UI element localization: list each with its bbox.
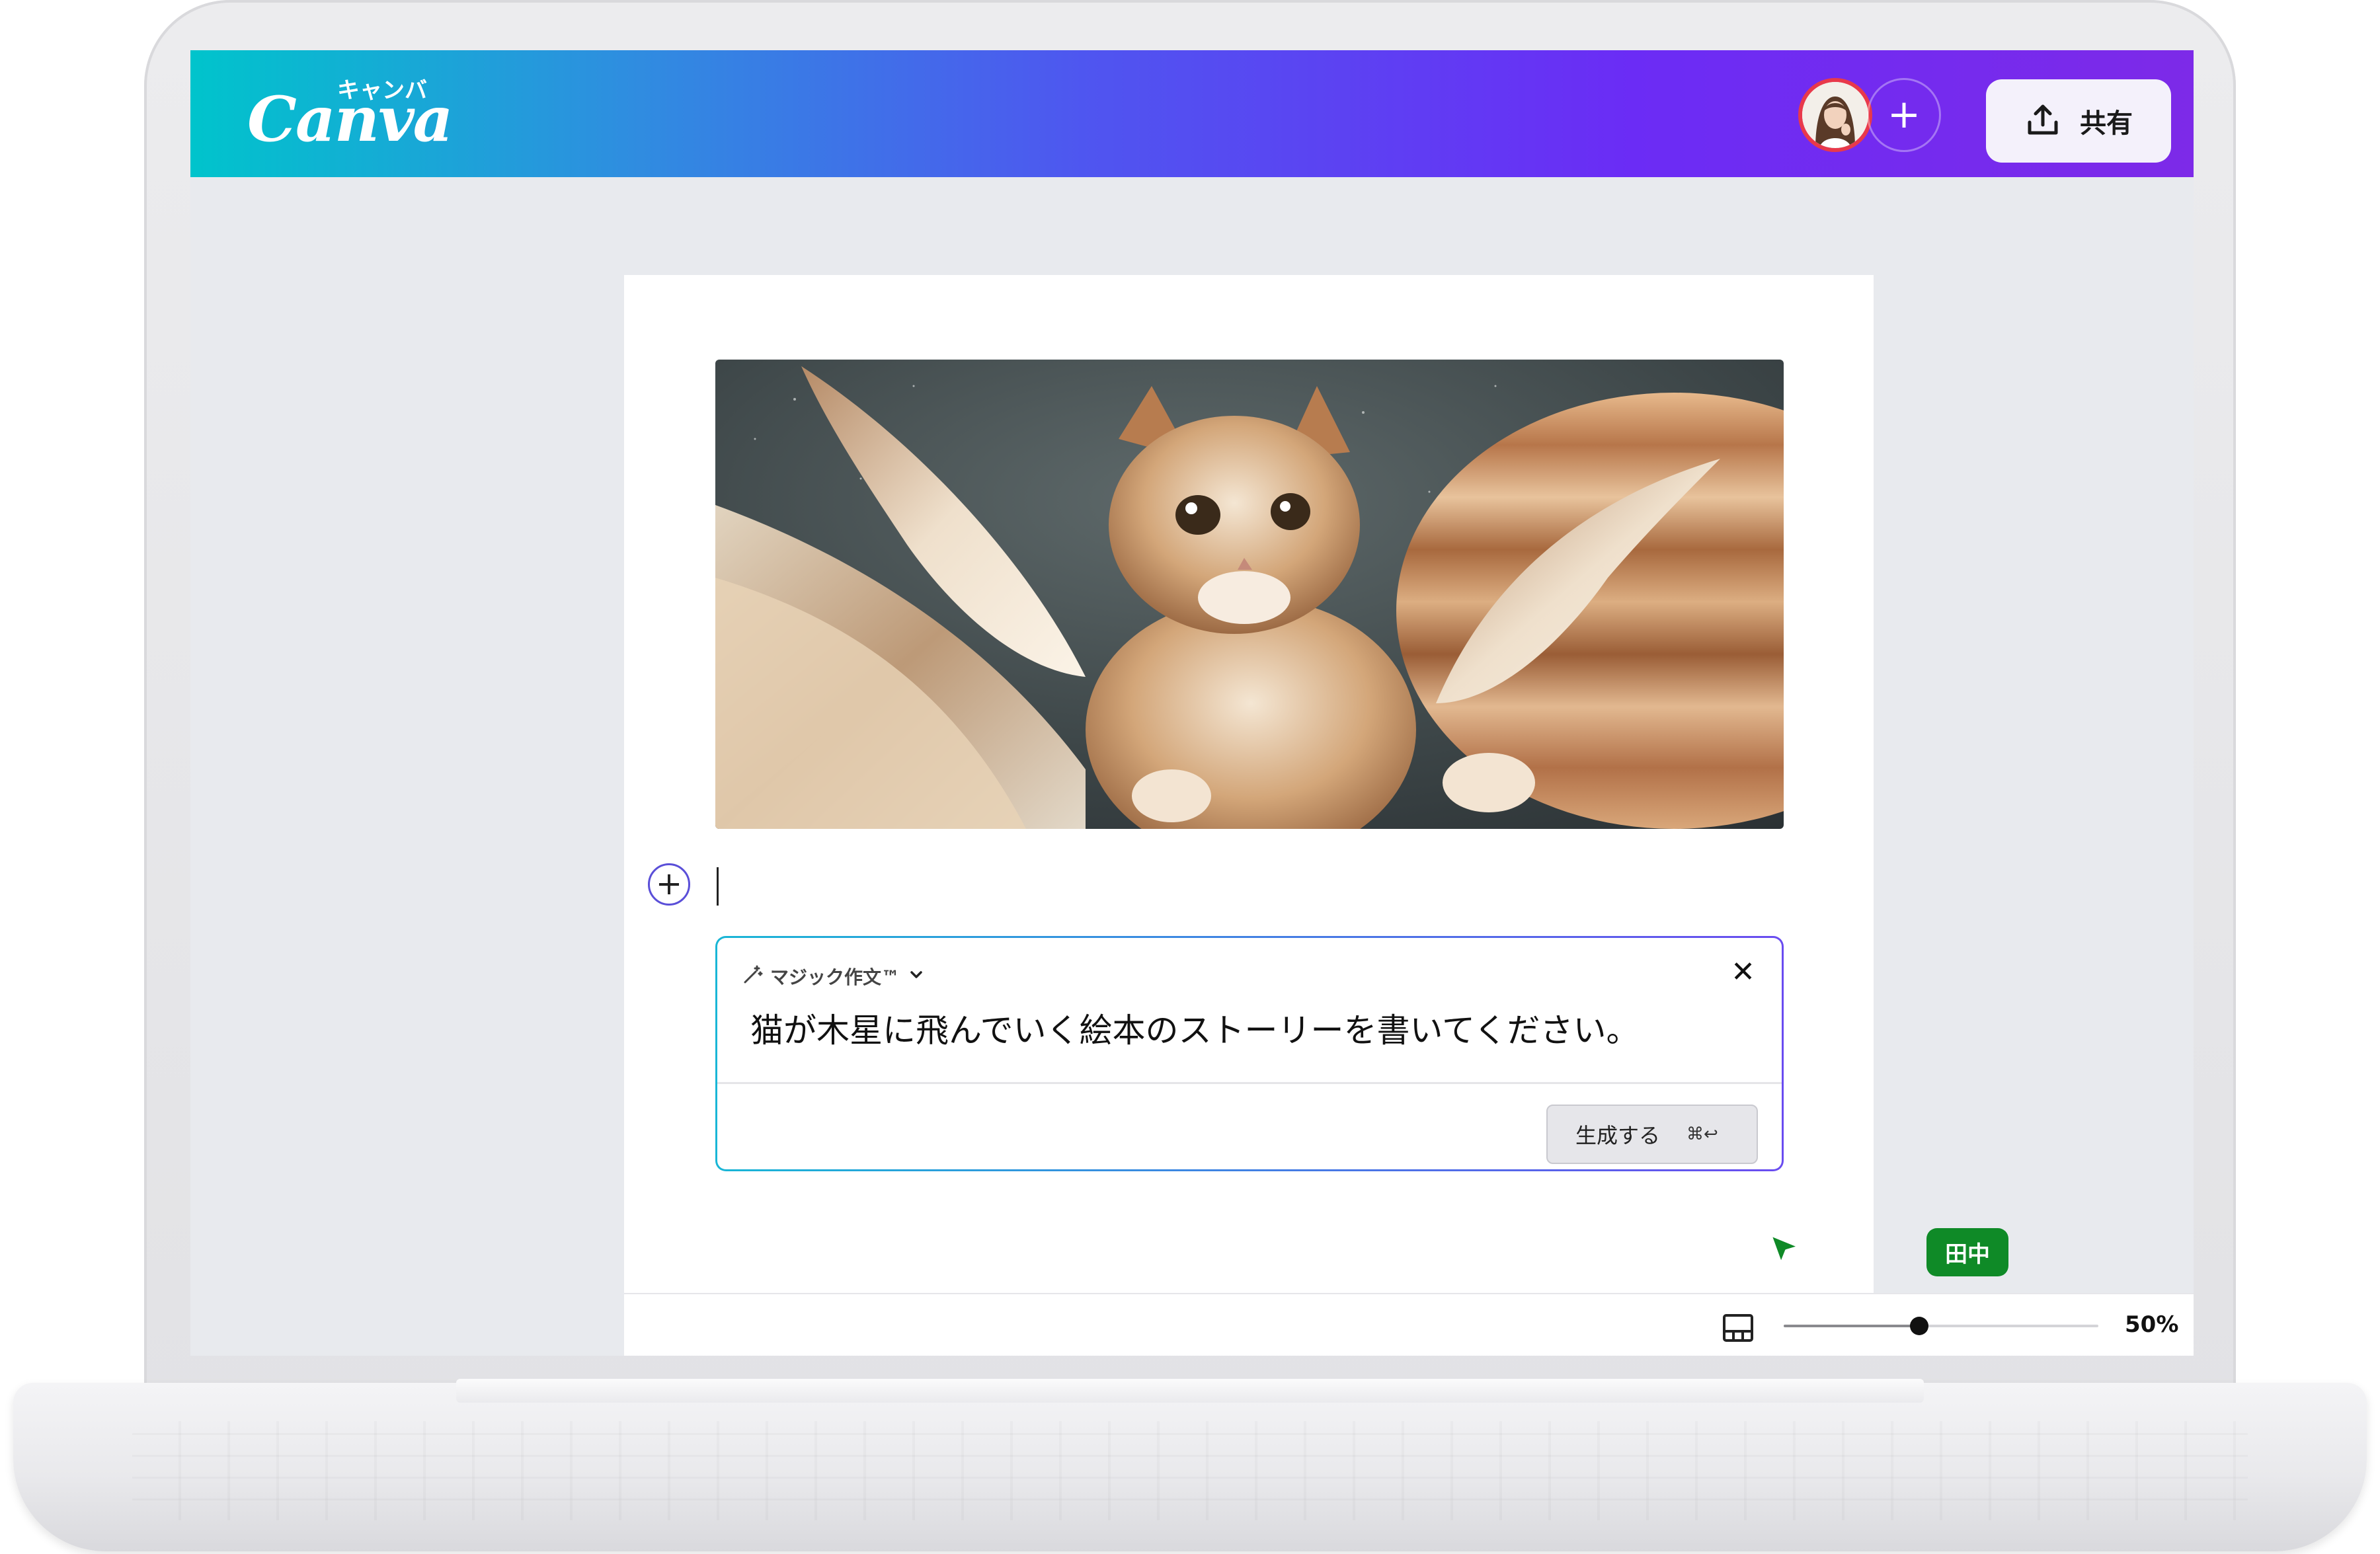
magic-write-panel: マジック作文™ ✕ 猫が木星に飛んでいく絵本のストーリーを書いてください。 生成… xyxy=(715,936,1784,1171)
panel-divider xyxy=(717,1082,1782,1084)
add-collaborator-button[interactable]: + xyxy=(1867,78,1941,152)
status-bar: 50% xyxy=(624,1293,2194,1356)
chevron-down-icon[interactable] xyxy=(906,964,926,989)
laptop-hinge xyxy=(456,1379,1924,1403)
winged-cat-image[interactable] xyxy=(715,360,1784,829)
editor-header: Canva キャンバ + 共有 xyxy=(190,50,2194,177)
share-label: 共有 xyxy=(2080,108,2133,139)
text-caret xyxy=(717,867,719,906)
magic-write-header[interactable]: マジック作文™ xyxy=(742,963,926,990)
magic-write-prompt[interactable]: 猫が木星に飛んでいく絵本のストーリーを書いてください。 xyxy=(750,1004,1640,1052)
laptop-keyboard xyxy=(132,1421,2248,1520)
share-upload-icon xyxy=(2024,101,2061,141)
collaborator-name-badge: 田中 xyxy=(1926,1228,2008,1276)
document-page: + マジック作文™ ✕ 猫が木星に飛んでいく絵本のストーリーを書いてください。 … xyxy=(624,275,1874,1356)
share-button[interactable]: 共有 xyxy=(1986,79,2171,163)
zoom-slider[interactable] xyxy=(1784,1317,2098,1335)
avatar[interactable] xyxy=(1798,78,1872,152)
generate-label: 生成する xyxy=(1575,1123,1661,1148)
canva-logo-kana: キャンバ xyxy=(337,77,427,104)
add-block-button[interactable]: + xyxy=(648,863,690,906)
magic-write-title: マジック作文™ xyxy=(770,966,900,988)
generate-shortcut: ⌘↩ xyxy=(1686,1124,1718,1144)
zoom-level[interactable]: 50% xyxy=(2125,1311,2178,1338)
zoom-slider-thumb[interactable] xyxy=(1909,1317,1928,1335)
magic-wand-icon xyxy=(742,964,764,990)
screen: Canva キャンバ + 共有 + マジック作文™ ✕ 猫が木星に飛んでいく絵本… xyxy=(190,50,2194,1356)
generate-button[interactable]: 生成する ⌘↩ xyxy=(1546,1105,1758,1164)
layout-icon[interactable] xyxy=(1722,1313,1755,1346)
zoom-slider-fill xyxy=(1784,1325,1919,1327)
pointer-icon xyxy=(1768,1232,1805,1272)
close-icon[interactable]: ✕ xyxy=(1731,958,1755,987)
